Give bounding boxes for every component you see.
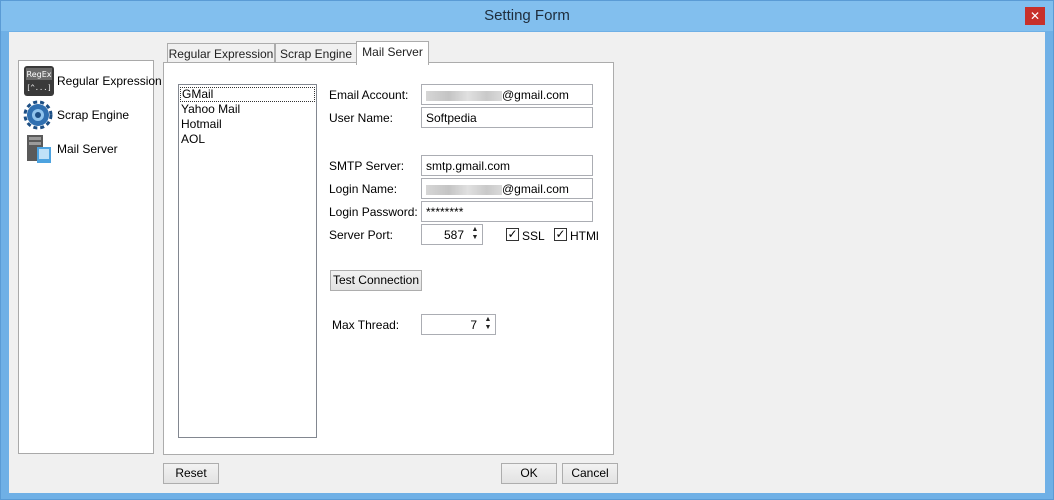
list-item-hotmail[interactable]: Hotmail: [180, 117, 222, 132]
spin-down-icon[interactable]: ▼: [482, 324, 494, 332]
close-button[interactable]: ✕: [1025, 7, 1045, 25]
regex-icon: RegEx [^...]: [24, 66, 54, 96]
list-item-aol[interactable]: AOL: [180, 132, 205, 147]
max-thread-value: 7: [470, 318, 477, 332]
server-port-spin-buttons[interactable]: ▲ ▼: [469, 226, 481, 243]
email-account-label: Email Account:: [329, 88, 409, 102]
login-name-suffix: @gmail.com: [502, 182, 569, 196]
smtp-server-field[interactable]: smtp.gmail.com: [421, 155, 593, 176]
server-icon: [27, 135, 51, 163]
html-label: HTMl: [570, 229, 599, 243]
regex-icon-text: RegEx: [27, 70, 52, 79]
tab-scrap-engine[interactable]: Scrap Engine: [275, 43, 357, 64]
tab-mail-server[interactable]: Mail Server: [356, 41, 429, 65]
nav-label-scrap-engine: Scrap Engine: [57, 108, 130, 122]
provider-list[interactable]: GMail Yahoo Mail Hotmail AOL: [178, 84, 317, 438]
test-connection-button[interactable]: Test Connection: [330, 270, 422, 291]
max-thread-stepper[interactable]: 7 ▲ ▼: [421, 314, 496, 335]
mail-server-panel: GMail Yahoo Mail Hotmail AOL Email Accou…: [163, 62, 614, 455]
spin-down-icon[interactable]: ▼: [469, 234, 481, 242]
ok-button[interactable]: OK: [501, 463, 557, 484]
spin-up-icon[interactable]: ▲: [469, 226, 481, 234]
login-password-label: Login Password:: [329, 205, 418, 219]
cancel-button[interactable]: Cancel: [562, 463, 618, 484]
gear-icon: [23, 100, 53, 130]
setting-form-window: Setting Form ✕ RegEx [^...] Regular Expr…: [0, 0, 1054, 500]
user-name-field[interactable]: Softpedia: [421, 107, 593, 128]
nav-item-scrap-engine[interactable]: Scrap Engine: [23, 99, 153, 131]
user-name-label: User Name:: [329, 111, 394, 125]
tab-regular-expression[interactable]: Regular Expression: [167, 43, 275, 64]
spin-up-icon[interactable]: ▲: [482, 316, 494, 324]
login-name-field[interactable]: @gmail.com: [421, 178, 593, 199]
server-port-value: 587: [443, 228, 464, 242]
list-item-gmail[interactable]: GMail: [180, 87, 315, 102]
server-port-stepper[interactable]: 587 ▲ ▼: [421, 224, 483, 245]
nav-item-mail-server[interactable]: Mail Server: [23, 133, 153, 165]
smtp-server-label: SMTP Server:: [329, 159, 405, 173]
settings-nav: RegEx [^...] Regular Expression Scrap En…: [18, 60, 162, 454]
regex-icon-sub: [^...]: [26, 84, 51, 92]
title-bar[interactable]: Setting Form ✕: [1, 1, 1053, 31]
list-item-yahoo-mail[interactable]: Yahoo Mail: [180, 102, 240, 117]
reset-button[interactable]: Reset: [163, 463, 219, 484]
ssl-checkbox[interactable]: ✓: [506, 228, 519, 241]
window-title: Setting Form: [484, 7, 570, 24]
redacted-text: [426, 90, 502, 101]
nav-label-mail-server: Mail Server: [57, 142, 118, 156]
html-checkbox[interactable]: ✓: [554, 228, 567, 241]
max-thread-label: Max Thread:: [332, 318, 400, 332]
nav-label-regular-expression: Regular Expression: [57, 74, 162, 88]
client-area: RegEx [^...] Regular Expression Scrap En…: [9, 32, 1045, 493]
login-password-field[interactable]: ********: [421, 201, 593, 222]
max-thread-spin-buttons[interactable]: ▲ ▼: [482, 316, 494, 333]
ssl-label: SSL: [522, 229, 545, 243]
login-name-label: Login Name:: [329, 182, 398, 196]
server-port-label: Server Port:: [329, 228, 394, 242]
nav-item-regular-expression[interactable]: RegEx [^...] Regular Expression: [23, 65, 162, 97]
email-account-suffix: @gmail.com: [502, 88, 569, 102]
redacted-text: [426, 184, 502, 195]
email-account-field[interactable]: @gmail.com: [421, 84, 593, 105]
